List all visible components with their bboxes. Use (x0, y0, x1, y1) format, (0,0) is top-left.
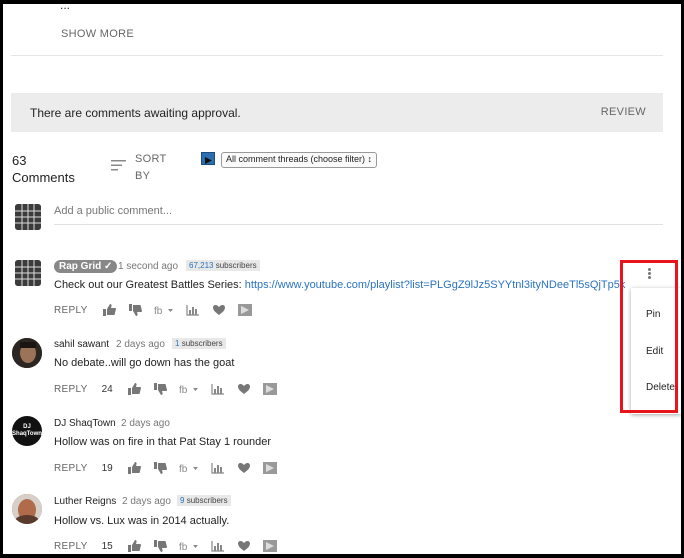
thumbs-up-icon[interactable] (127, 383, 141, 395)
creator-heart-dropdown-icon[interactable]: fb (154, 304, 174, 316)
approval-banner: There are comments awaiting approval. RE… (11, 93, 663, 132)
analytics-icon[interactable] (211, 462, 225, 474)
sort-icon[interactable] (111, 159, 127, 171)
heart-icon[interactable] (237, 383, 251, 395)
comment-actions: REPLY fb (54, 303, 264, 317)
user-photo-icon (12, 338, 42, 368)
comment-author[interactable]: sahil sawant (54, 339, 109, 350)
heart-icon[interactable] (237, 462, 251, 474)
flag-icon[interactable] (262, 383, 277, 395)
subscriber-badge: 67,213 subscribers (186, 260, 260, 271)
comment-text: Hollow vs. Lux was in 2014 actually. (54, 515, 230, 527)
menu-item-delete[interactable]: Delete (646, 382, 675, 393)
comment-text: No debate..will go down has the goat (54, 357, 235, 369)
like-count: 24 (101, 383, 113, 395)
approval-message: There are comments awaiting approval. (30, 106, 241, 120)
own-avatar (15, 204, 41, 230)
comments-page: ... SHOW MORE There are comments awaitin… (3, 4, 681, 554)
divider (11, 55, 663, 56)
channel-owner-badge[interactable]: Rap Grid ✓ (54, 260, 118, 273)
menu-item-pin[interactable]: Pin (646, 309, 660, 320)
reply-button[interactable]: REPLY (54, 541, 88, 552)
analytics-icon[interactable] (211, 383, 225, 395)
comment-text: Hollow was on fire in that Pat Stay 1 ro… (54, 436, 272, 448)
svg-text:fb: fb (154, 306, 163, 316)
more-options-icon[interactable] (647, 267, 653, 281)
subscriber-count: 67,213 (189, 261, 214, 270)
thumbs-up-icon[interactable] (102, 304, 116, 316)
sort-by-button[interactable]: SORT BY (135, 151, 167, 185)
comment-author: Rap Grid (59, 261, 102, 272)
flag-icon[interactable] (237, 304, 252, 316)
comment-count: 63 Comments (12, 152, 82, 186)
avatar[interactable]: DJ ShaqTown (12, 416, 42, 446)
show-more-button[interactable]: SHOW MORE (61, 28, 134, 40)
comment-actions: REPLY 19 fb (54, 461, 289, 475)
add-comment-underline (54, 224, 663, 225)
play-icon (205, 157, 212, 164)
partial-description-text: ... (60, 4, 71, 12)
heart-icon[interactable] (237, 540, 251, 552)
filter-icon (201, 152, 215, 165)
analytics-icon[interactable] (211, 540, 225, 552)
thumbs-up-icon[interactable] (127, 462, 141, 474)
comment-time[interactable]: 1 second ago (118, 261, 178, 272)
add-comment-input[interactable]: Add a public comment... (54, 205, 172, 217)
comment-text-body: Check out our Greatest Battles Series: (54, 279, 245, 291)
heart-icon[interactable] (212, 304, 226, 316)
comment-author[interactable]: Luther Reigns (54, 496, 116, 507)
thumbs-down-icon[interactable] (153, 462, 167, 474)
comment-count-label: Comments (12, 170, 75, 185)
subscriber-label: subscribers (181, 339, 223, 348)
comment-actions: REPLY 24 fb (54, 382, 289, 396)
flag-icon[interactable] (262, 462, 277, 474)
subscriber-count: 1 (175, 339, 180, 348)
svg-text:fb: fb (179, 385, 188, 395)
comment-context-menu: Pin Edit Delete (631, 288, 681, 414)
thumbs-down-icon[interactable] (153, 540, 167, 552)
flag-icon[interactable] (262, 540, 277, 552)
menu-item-edit[interactable]: Edit (646, 346, 663, 357)
avatar[interactable] (15, 260, 41, 286)
subscriber-label: subscribers (186, 496, 228, 505)
svg-text:fb: fb (179, 542, 188, 552)
like-count: 19 (101, 462, 113, 474)
grid-logo-icon (15, 260, 41, 286)
avatar[interactable] (12, 494, 42, 524)
comment-author[interactable]: DJ ShaqTown (54, 418, 116, 429)
grid-logo-icon (15, 204, 41, 230)
comment-link[interactable]: https://www.youtube.com/playlist?list=PL… (245, 279, 626, 291)
comment-time[interactable]: 2 days ago (122, 496, 171, 507)
reply-button[interactable]: REPLY (54, 384, 88, 395)
avatar-logo-text: DJ ShaqTown (12, 424, 42, 437)
avatar[interactable] (12, 338, 42, 368)
user-photo-icon (12, 494, 42, 524)
comment-text: Check out our Greatest Battles Series: h… (54, 279, 625, 291)
subscriber-badge: 9 subscribers (177, 495, 231, 506)
thumbs-down-icon[interactable] (153, 383, 167, 395)
subscriber-count: 9 (180, 496, 185, 505)
comment-count-number: 63 (12, 153, 27, 168)
creator-heart-dropdown-icon[interactable]: fb (179, 462, 199, 474)
verified-icon: ✓ (104, 261, 113, 272)
like-count: 15 (101, 540, 113, 552)
creator-heart-dropdown-icon[interactable]: fb (179, 383, 199, 395)
comment-filter-select[interactable]: All comment threads (choose filter) ↕ (221, 152, 378, 168)
sort-label-line2: BY (135, 170, 151, 182)
thumbs-down-icon[interactable] (128, 304, 142, 316)
thumbs-up-icon[interactable] (127, 540, 141, 552)
reply-button[interactable]: REPLY (54, 463, 88, 474)
comment-time[interactable]: 2 days ago (116, 339, 165, 350)
sort-label-line1: SORT (135, 153, 167, 165)
creator-heart-dropdown-icon[interactable]: fb (179, 540, 199, 552)
analytics-icon[interactable] (185, 304, 200, 316)
comment-time[interactable]: 2 days ago (121, 418, 170, 429)
reply-button[interactable]: REPLY (54, 305, 88, 316)
subscriber-label: subscribers (215, 261, 257, 270)
svg-text:fb: fb (179, 464, 188, 474)
subscriber-badge: 1 subscribers (172, 338, 226, 349)
comment-actions: REPLY 15 fb (54, 539, 289, 553)
review-button[interactable]: REVIEW (601, 106, 646, 118)
